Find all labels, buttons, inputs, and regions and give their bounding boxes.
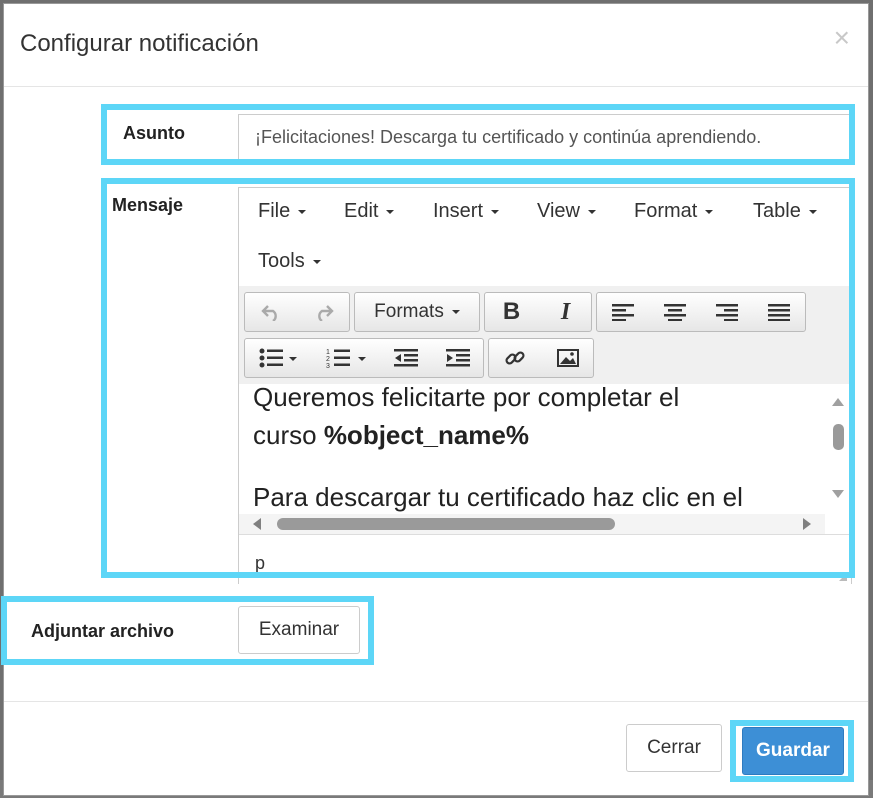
menu-file-label: File — [258, 200, 291, 222]
scroll-right-arrow-icon — [803, 518, 811, 530]
content-line-1: Queremos felicitarte por completar el — [253, 384, 680, 412]
menu-view[interactable]: View — [537, 200, 596, 223]
scroll-down-arrow-icon — [832, 490, 844, 498]
horizontal-scrollbar[interactable] — [239, 514, 825, 534]
subject-input[interactable]: ¡Felicitaciones! Descarga tu certificado… — [238, 114, 852, 160]
menu-edit[interactable]: Edit — [344, 200, 395, 223]
element-path[interactable]: p — [255, 553, 265, 574]
italic-icon[interactable]: I — [539, 293, 592, 331]
formats-label: Formats — [374, 301, 444, 322]
insert-group — [488, 338, 594, 378]
menu-table-label: Table — [753, 200, 801, 222]
caret-down-icon — [451, 310, 460, 314]
scroll-up-arrow-icon — [832, 398, 844, 406]
caret-down-icon — [808, 209, 817, 214]
caret-down-icon — [491, 209, 500, 214]
menu-insert[interactable]: Insert — [433, 200, 500, 223]
bold-icon[interactable]: B — [485, 293, 538, 331]
editor-statusbar: p — [239, 534, 851, 585]
indent-icon[interactable] — [433, 339, 483, 377]
modal-title: Configurar notificación — [20, 30, 259, 57]
close-icon[interactable]: × — [834, 24, 850, 52]
attach-file-label: Adjuntar archivo — [31, 621, 175, 641]
svg-text:1: 1 — [326, 349, 330, 356]
menu-tools[interactable]: Tools — [258, 250, 321, 273]
menu-file[interactable]: File — [258, 200, 307, 223]
numbered-list-icon[interactable]: 123 — [313, 339, 379, 377]
content-line-2-text: curso — [253, 420, 324, 450]
caret-down-icon — [312, 259, 321, 264]
content-line-2: curso %object_name% — [253, 420, 529, 451]
align-left-icon[interactable] — [597, 293, 649, 331]
vertical-scroll-thumb — [833, 424, 844, 450]
redo-icon[interactable] — [298, 293, 350, 331]
editor-content-area[interactable]: Queremos felicitarte por completar el cu… — [239, 384, 825, 514]
outdent-icon[interactable] — [381, 339, 431, 377]
caret-down-icon — [298, 209, 307, 214]
text-style-group: B I — [484, 292, 592, 332]
align-center-icon[interactable] — [649, 293, 701, 331]
content-line-3: Para descargar tu certificado haz clic e… — [253, 482, 743, 512]
caret-down-icon — [588, 209, 596, 214]
caret-down-icon — [705, 209, 714, 214]
content-placeholder-token: %object_name% — [323, 420, 529, 450]
menu-insert-label: Insert — [433, 200, 484, 222]
svg-text:3: 3 — [326, 363, 330, 368]
formats-dropdown[interactable]: Formats — [355, 293, 479, 331]
align-right-icon[interactable] — [701, 293, 753, 331]
browse-button[interactable]: Examinar — [238, 606, 360, 654]
footer-divider — [4, 701, 868, 702]
vertical-scrollbar[interactable] — [825, 384, 851, 514]
align-justify-icon[interactable] — [753, 293, 805, 331]
save-button[interactable]: Guardar — [742, 727, 844, 775]
rich-text-editor: File Edit Insert View Format Table Tools… — [238, 187, 852, 585]
menu-view-label: View — [537, 200, 580, 222]
formats-group: Formats — [354, 292, 480, 332]
menu-format[interactable]: Format — [634, 200, 714, 223]
editor-menubar: File Edit Insert View Format Table Tools — [239, 188, 851, 286]
alignment-group — [596, 292, 806, 332]
horizontal-scroll-thumb — [277, 518, 615, 530]
menu-format-label: Format — [634, 200, 698, 222]
caret-down-icon — [386, 209, 395, 214]
modal-header: Configurar notificación × — [4, 4, 868, 87]
menu-edit-label: Edit — [344, 200, 379, 222]
cancel-button[interactable]: Cerrar — [626, 724, 722, 772]
notification-config-modal: Configurar notificación × Asunto ¡Felici… — [1, 3, 869, 796]
bullet-list-icon[interactable] — [245, 339, 311, 377]
menu-table[interactable]: Table — [753, 200, 817, 223]
history-group — [244, 292, 350, 332]
link-icon[interactable] — [489, 339, 541, 377]
undo-icon[interactable] — [245, 293, 297, 331]
svg-text:2: 2 — [326, 356, 330, 363]
image-icon[interactable] — [542, 339, 594, 377]
menu-tools-label: Tools — [258, 250, 305, 272]
list-indent-group: 123 — [244, 338, 484, 378]
scroll-left-arrow-icon — [253, 518, 261, 530]
editor-toolbar: Formats B I 1 2 3 — [239, 286, 851, 384]
resize-handle-icon[interactable] — [839, 573, 847, 581]
subject-label: Asunto — [123, 123, 185, 143]
message-label: Mensaje — [112, 195, 184, 215]
